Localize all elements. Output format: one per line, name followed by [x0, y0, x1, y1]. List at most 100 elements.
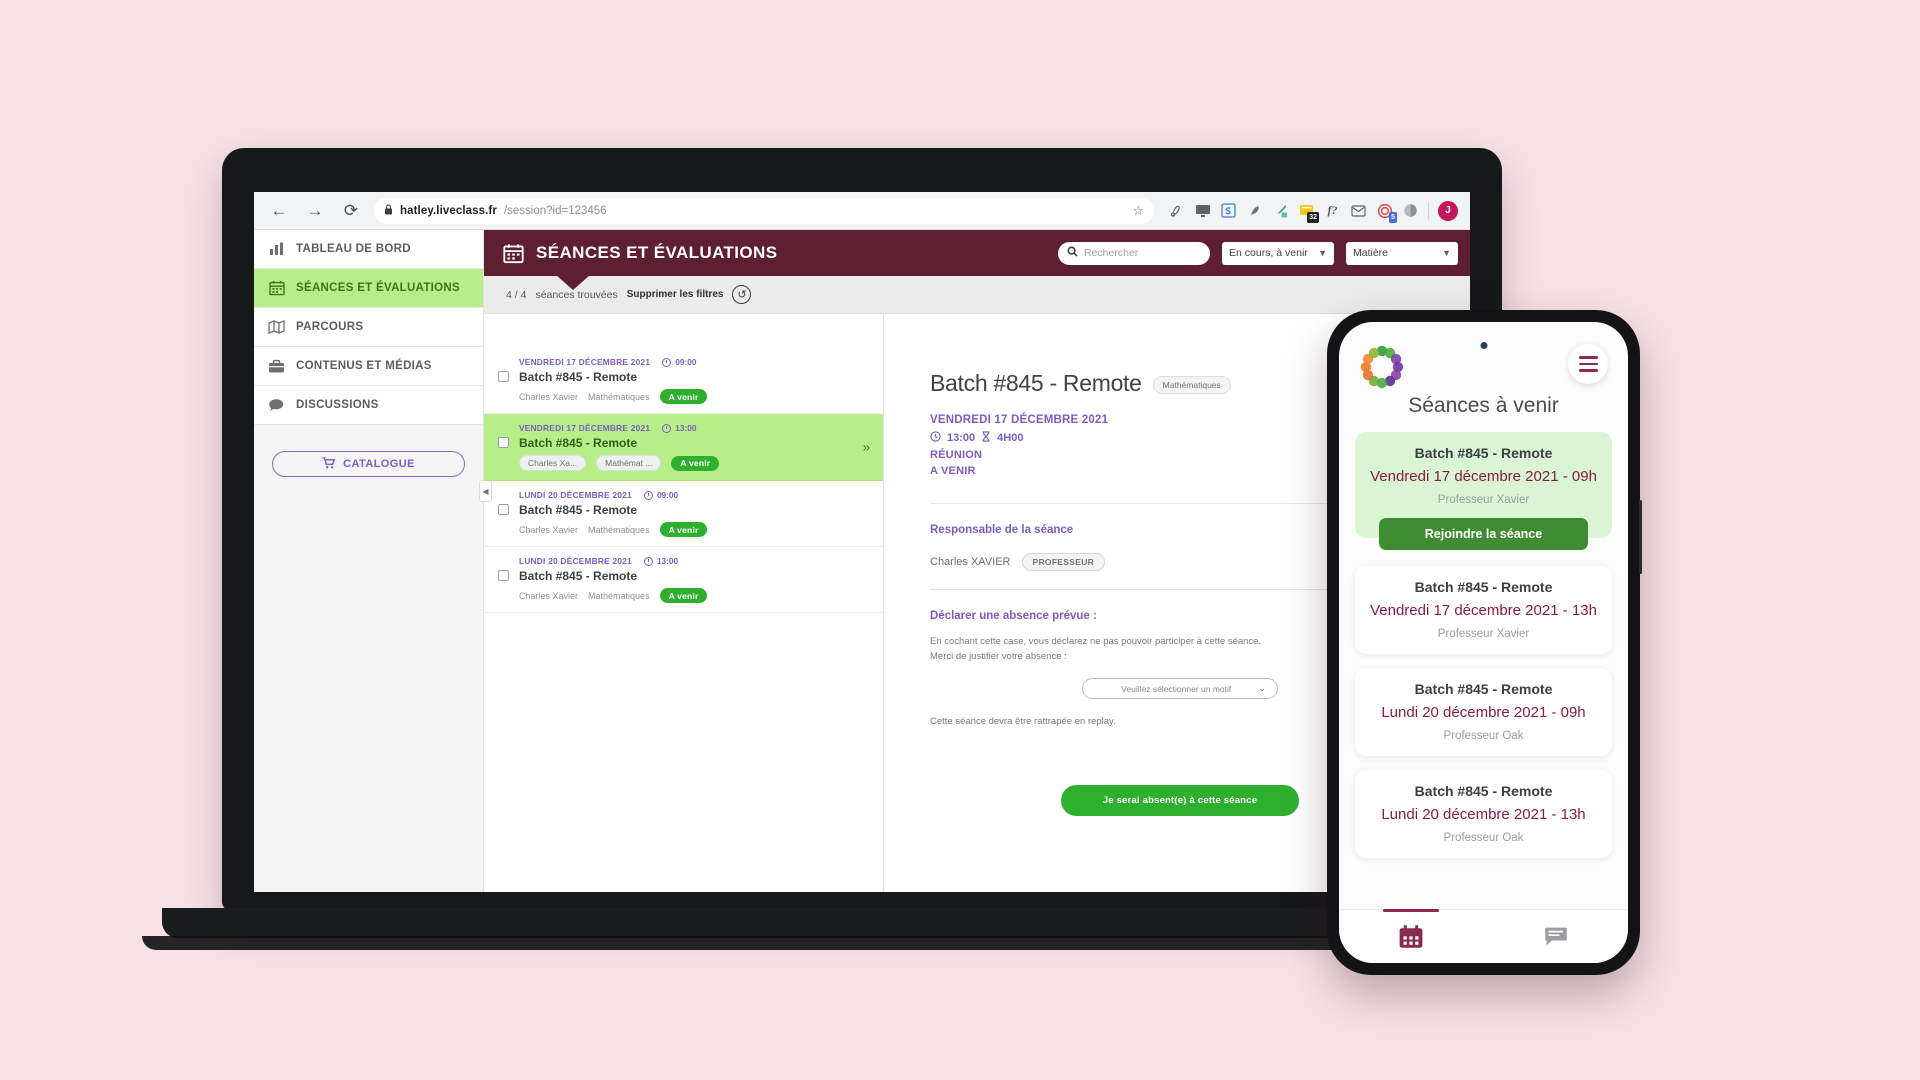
phone-session-card[interactable]: Batch #845 - Remote Vendredi 17 décembre…	[1355, 432, 1612, 550]
monitor-icon[interactable]	[1194, 202, 1211, 219]
chevron-down-icon: ⌄	[1258, 683, 1266, 694]
phone-session-card[interactable]: Batch #845 - Remote Lundi 20 décembre 20…	[1355, 770, 1612, 858]
toolbar-divider	[1428, 201, 1429, 220]
session-subject: Mathématiques	[588, 524, 650, 535]
declare-absence-button[interactable]: Je serai absent(e) à cette séance	[1060, 785, 1300, 817]
target-icon[interactable]: 5	[1376, 202, 1397, 223]
sidebar-item-tableau-de-bord[interactable]: TABLEAU DE BORD	[254, 230, 483, 269]
browser-chrome: ← → ⟳ hatley.liveclass.fr/session?id=123…	[254, 192, 1470, 230]
sidebar: TABLEAU DE BORD SÉANCES ET ÉVALUATIONS P…	[254, 230, 492, 892]
cart-icon	[322, 456, 336, 472]
session-checkbox[interactable]	[498, 570, 509, 581]
hamburger-icon-line	[1578, 369, 1598, 372]
session-row[interactable]: VENDREDI 17 DÉCEMBRE 2021 13:00 Batch #8…	[484, 414, 883, 481]
forward-icon[interactable]: →	[302, 198, 328, 224]
chat-icon	[1543, 925, 1569, 949]
phone-card-date: Lundi 20 décembre 2021 - 13h	[1381, 806, 1586, 823]
session-checkbox[interactable]	[498, 371, 509, 382]
session-time: 13:00	[643, 556, 678, 566]
back-icon[interactable]: ←	[266, 198, 292, 224]
motif-placeholder: Veuillez sélectionner un motif	[1121, 683, 1232, 694]
sidebar-item-label: SÉANCES ET ÉVALUATIONS	[296, 282, 460, 294]
calendar-icon	[268, 280, 285, 297]
session-teacher: Charles Xavier	[519, 590, 579, 601]
phone-card-date: Lundi 20 décembre 2021 - 09h	[1381, 704, 1586, 721]
reload-icon[interactable]: ⟳	[338, 198, 364, 224]
sidebar-item-label: DISCUSSIONS	[296, 399, 379, 411]
session-title: Batch #845 - Remote	[519, 503, 638, 517]
phone-card-title: Batch #845 - Remote	[1414, 445, 1553, 461]
filter-subject-select[interactable]: Matière ▼	[1346, 241, 1458, 265]
search-input[interactable]	[1084, 247, 1201, 259]
catalogue-label: CATALOGUE	[343, 458, 415, 470]
hamburger-icon-line	[1578, 362, 1598, 366]
lock-icon	[384, 204, 393, 218]
clear-filters-button[interactable]: Supprimer les filtres	[627, 289, 724, 300]
flower-logo-icon	[1359, 344, 1405, 390]
session-tags: Charles Xavier Mathématiques A venir	[519, 389, 869, 404]
session-time: 13:00	[662, 423, 696, 433]
session-row[interactable]: LUNDI 20 DÉCEMBRE 2021 09:00 Batch #845 …	[484, 481, 883, 547]
contrast-icon[interactable]	[1402, 202, 1419, 219]
filter-bar: 4 / 4 séances trouvées Supprimer les fil…	[484, 275, 1470, 314]
feather-icon[interactable]	[1246, 202, 1263, 219]
filter-status-select[interactable]: En cours, à venir ▼	[1222, 241, 1334, 265]
session-meta: LUNDI 20 DÉCEMBRE 2021 13:00	[519, 556, 869, 566]
session-meta: VENDREDI 17 DÉCEMBRE 2021 13:00	[519, 423, 869, 433]
session-row[interactable]: LUNDI 20 DÉCEMBRE 2021 13:00 Batch #845 …	[484, 547, 883, 613]
session-subject: Mathémat ...	[596, 455, 662, 471]
mail-icon[interactable]	[1350, 202, 1367, 219]
profile-avatar[interactable]: J	[1438, 200, 1458, 221]
phone-mockup: Séances à venir Batch #845 - Remote Vend…	[1327, 310, 1642, 975]
phone-nav-calendar[interactable]	[1339, 910, 1484, 963]
url-host: hatley.liveclass.fr	[400, 204, 497, 217]
search-icon	[1067, 244, 1078, 262]
session-teacher: Charles Xa...	[519, 455, 587, 471]
calendar-icon	[502, 242, 524, 264]
briefcase-icon	[268, 358, 285, 375]
phone-header	[1339, 322, 1628, 390]
session-row[interactable]: VENDREDI 17 DÉCEMBRE 2021 09:00 Batch #8…	[484, 348, 883, 414]
session-meta: LUNDI 20 DÉCEMBRE 2021 09:00	[519, 490, 869, 500]
address-bar[interactable]: hatley.liveclass.fr/session?id=123456 ☆	[374, 197, 1154, 224]
join-session-button[interactable]: Rejoindre la séance	[1379, 518, 1588, 550]
session-tags: Charles Xa... Mathémat ... A venir	[519, 455, 869, 471]
reset-filters-icon[interactable]: ↺	[732, 285, 752, 304]
session-teacher: Charles Xavier	[519, 391, 579, 402]
catalogue-button[interactable]: CATALOGUE	[272, 451, 465, 477]
motif-select[interactable]: Veuillez sélectionner un motif ⌄	[1082, 678, 1278, 700]
bookmark-star-icon[interactable]: ☆	[1132, 203, 1144, 219]
laptop-body: ← → ⟳ hatley.liveclass.fr/session?id=123…	[222, 148, 1502, 910]
session-body: VENDREDI 17 DÉCEMBRE 2021 09:00 Batch #8…	[519, 357, 869, 404]
session-checkbox[interactable]	[498, 504, 509, 515]
phone-page-title: Séances à venir	[1408, 394, 1559, 417]
filter-subject-value: Matière	[1353, 247, 1389, 259]
phone-card-teacher: Professeur Xavier	[1437, 628, 1530, 640]
phone-camera-dot	[1480, 342, 1487, 349]
sidebar-item-discussions[interactable]: DISCUSSIONS	[254, 386, 483, 425]
phone-session-card[interactable]: Batch #845 - Remote Vendredi 17 décembre…	[1355, 566, 1612, 654]
phone-card-title: Batch #845 - Remote	[1414, 579, 1553, 595]
laptop-screen: ← → ⟳ hatley.liveclass.fr/session?id=123…	[254, 192, 1470, 892]
color-picker-icon[interactable]	[1272, 202, 1289, 219]
session-tags: Charles Xavier Mathématiques A venir	[519, 522, 869, 537]
sidebar-item-contenus-et-medias[interactable]: CONTENUS ET MÉDIAS	[254, 347, 483, 386]
pen-tool-icon[interactable]	[1168, 202, 1185, 219]
detail-subject-badge: Mathématiques	[1152, 376, 1231, 394]
sidebar-item-seances-et-evaluations[interactable]: SÉANCES ET ÉVALUATIONS	[254, 269, 483, 308]
detail-title: Batch #845 - Remote	[930, 370, 1142, 396]
phone-session-card[interactable]: Batch #845 - Remote Lundi 20 décembre 20…	[1355, 668, 1612, 756]
session-meta: VENDREDI 17 DÉCEMBRE 2021 09:00	[519, 357, 869, 367]
phone-session-list: Batch #845 - Remote Vendredi 17 décembre…	[1339, 418, 1628, 909]
search-box[interactable]	[1058, 241, 1210, 265]
session-checkbox[interactable]	[498, 437, 509, 448]
sticky-note-icon[interactable]: 32	[1298, 202, 1319, 223]
phone-nav-chat[interactable]	[1484, 910, 1629, 963]
function-icon[interactable]: f?	[1324, 202, 1341, 219]
session-body: LUNDI 20 DÉCEMBRE 2021 09:00 Batch #845 …	[519, 490, 869, 537]
sidebar-item-parcours[interactable]: PARCOURS	[254, 308, 483, 347]
expand-session-icon[interactable]: »	[863, 440, 870, 455]
session-teacher: Charles Xavier	[519, 524, 579, 535]
skype-icon[interactable]	[1220, 202, 1237, 219]
hamburger-menu-button[interactable]	[1568, 344, 1608, 384]
